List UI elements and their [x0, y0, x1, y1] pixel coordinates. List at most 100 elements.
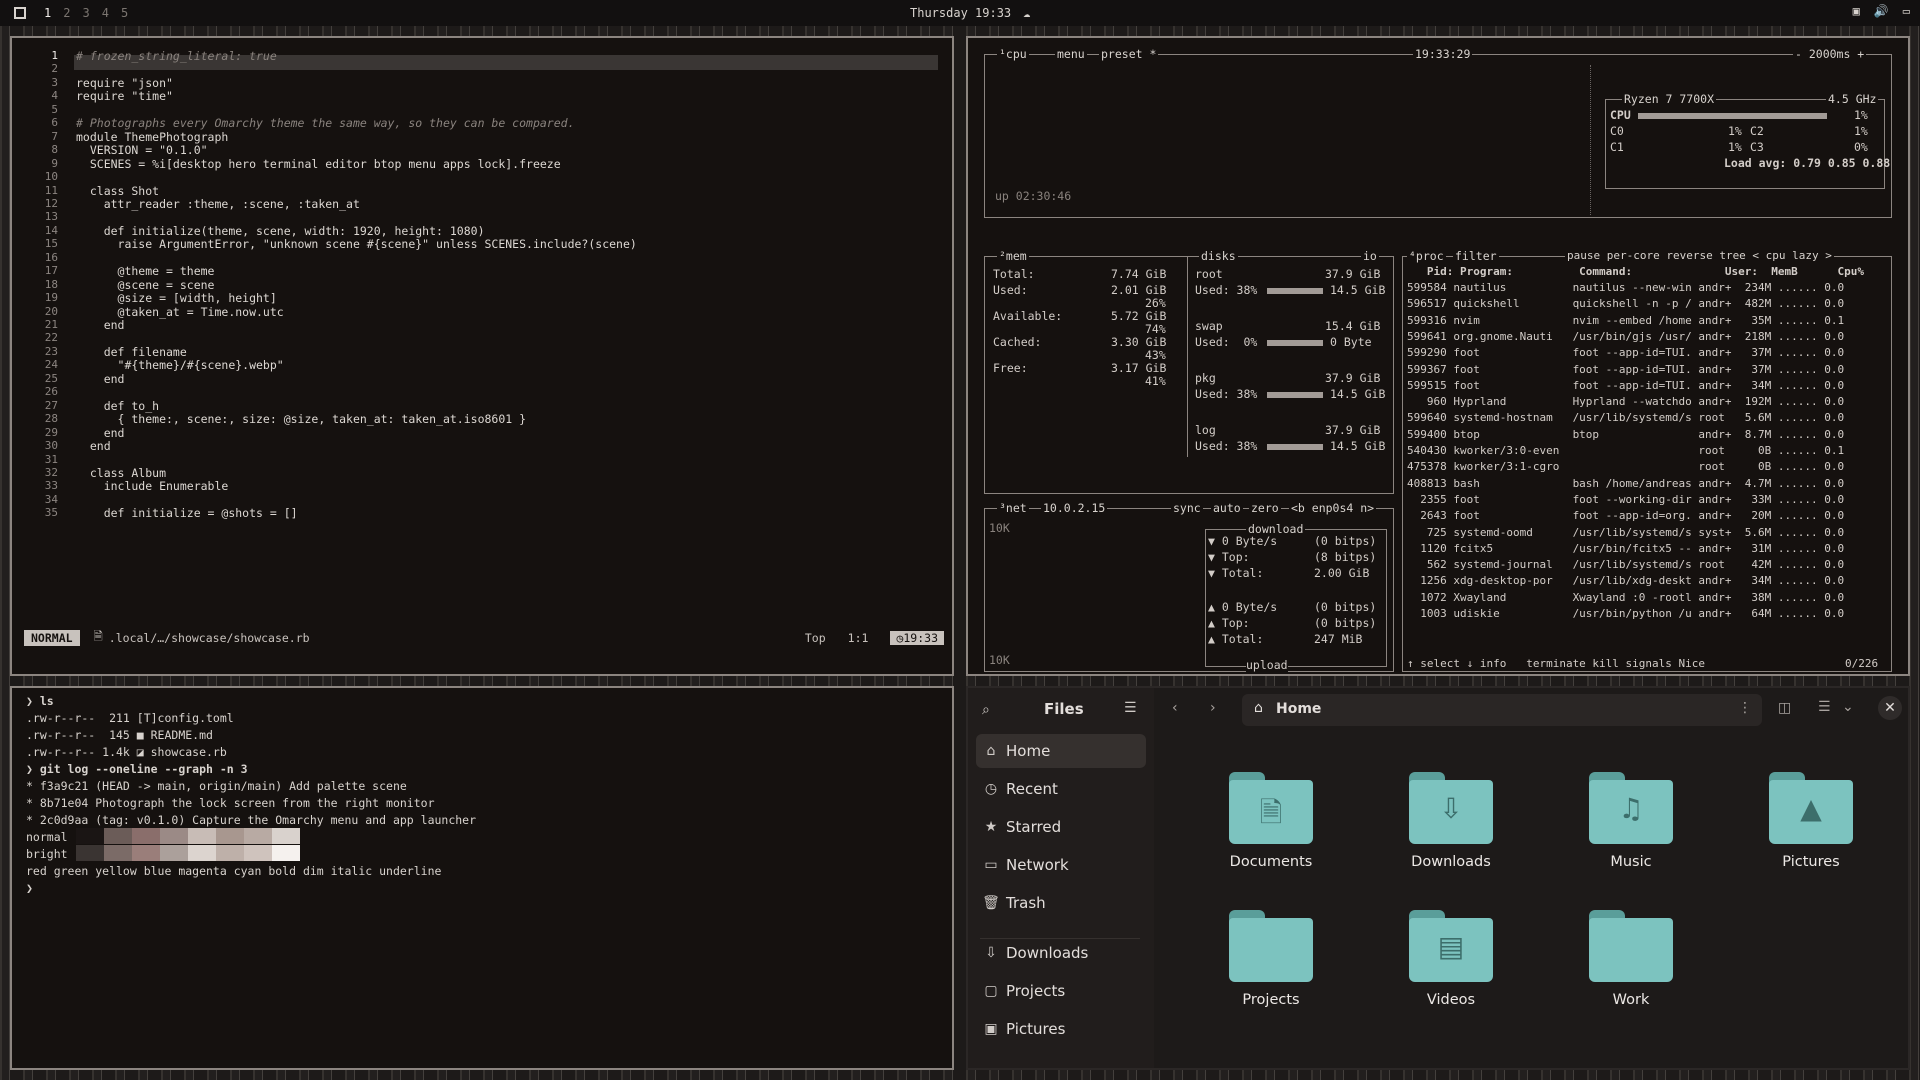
launcher-icon[interactable] [14, 7, 26, 19]
sync-toggle[interactable]: sync [1171, 501, 1203, 515]
code-line[interactable]: def initialize(theme, scene, width: 1920… [76, 224, 485, 238]
mem-value: 3.17 GiB [1111, 361, 1167, 375]
preset-button[interactable]: preset * [1099, 47, 1159, 61]
folder-item[interactable]: ♫ Music [1556, 772, 1706, 870]
process-row[interactable]: 1072 Xwayland Xwayland :0 -rootl andr+ 3… [1407, 591, 1844, 604]
code-line[interactable]: include Enumerable [76, 479, 229, 493]
code-line[interactable]: require "json" [76, 76, 173, 90]
code-line[interactable]: end [76, 318, 125, 332]
editor-window[interactable]: 1 # frozen_string_literal: true 2 3 require … [10, 36, 954, 676]
folder-item[interactable]: Projects [1196, 910, 1346, 1008]
code-line[interactable]: def initialize = @shots = [] [76, 506, 298, 520]
cloud-icon[interactable]: ☁ [1023, 6, 1030, 20]
process-row[interactable]: 960 Hyprland Hyprland --watchdo andr+ 19… [1407, 395, 1844, 408]
sidebar-item-network[interactable]: ▭ Network [976, 848, 1146, 882]
filter-button[interactable]: filter [1453, 249, 1499, 263]
code-line[interactable]: @taken_at = Time.now.utc [76, 305, 284, 319]
process-row[interactable]: 599515 foot foot --app-id=TUI. andr+ 34M… [1407, 379, 1844, 392]
camera-icon[interactable]: ◫ [1778, 700, 1791, 716]
code-line[interactable]: require "time" [76, 89, 173, 103]
back-icon[interactable]: ‹ [1172, 700, 1178, 716]
folder-item[interactable]: ▲ Pictures [1736, 772, 1886, 870]
mem-key: Used: [993, 283, 1028, 297]
workspace-2[interactable]: 2 [57, 6, 76, 20]
clock[interactable]: Thursday 19:33 [910, 6, 1011, 20]
volume-icon[interactable]: 🔊 [1874, 4, 1889, 18]
process-row[interactable]: 599367 foot foot --app-id=TUI. andr+ 37M… [1407, 363, 1844, 376]
sidebar-item-projects[interactable]: ▢ Projects [976, 974, 1146, 1008]
process-row[interactable]: 475378 kworker/3:1-cgro root 0B ...... 0… [1407, 460, 1844, 473]
process-row[interactable]: 599316 nvim nvim --embed /home andr+ 35M… [1407, 314, 1844, 327]
auto-toggle[interactable]: auto [1211, 501, 1243, 515]
folder-item[interactable]: 🗎 Documents [1196, 772, 1346, 870]
process-row[interactable]: 599584 nautilus nautilus --new-win andr+… [1407, 281, 1844, 294]
process-row[interactable]: 599290 foot foot --app-id=TUI. andr+ 37M… [1407, 346, 1844, 359]
code-line[interactable]: "#{theme}/#{scene}.webp" [76, 358, 284, 372]
process-row[interactable]: 1003 udiskie /usr/bin/python /u andr+ 64… [1407, 607, 1844, 620]
screen-icon[interactable]: ▣ [1853, 4, 1860, 18]
btop-window[interactable]: ¹cpu menu preset * 19:33:29 - 2000ms + u… [966, 36, 1910, 676]
folder-item[interactable]: Work [1556, 910, 1706, 1008]
code-line[interactable]: SCENES = %i[desktop hero terminal editor… [76, 157, 561, 171]
code-line[interactable]: raise ArgumentError, "unknown scene #{sc… [76, 237, 637, 251]
process-row[interactable]: 599641 org.gnome.Nauti /usr/bin/gjs /usr… [1407, 330, 1844, 343]
process-row[interactable]: 599400 btop btop andr+ 8.7M ...... 0.0 [1407, 428, 1844, 441]
process-row[interactable]: 540430 kworker/3:0-even root 0B ...... 0… [1407, 444, 1844, 457]
process-row[interactable]: 562 systemd-journal /usr/lib/systemd/s r… [1407, 558, 1844, 571]
location-menu-icon[interactable]: ⋮ [1738, 700, 1752, 716]
chevron-down-icon[interactable]: ⌄ [1842, 699, 1854, 715]
workspace-4[interactable]: 4 [96, 6, 115, 20]
forward-icon[interactable]: › [1210, 700, 1216, 716]
code-line[interactable]: VERSION = "0.1.0" [76, 143, 208, 157]
terminal-window[interactable]: ❯ ls .rw-r--r-- 211 [T]config.toml .rw-r--… [10, 686, 954, 1070]
sidebar-item-starred[interactable]: ★ Starred [976, 810, 1146, 844]
code-line[interactable]: end [76, 372, 125, 386]
workspace-1[interactable]: 1 [38, 6, 57, 20]
view-list-icon[interactable]: ☰ [1818, 699, 1831, 715]
code-line[interactable]: module ThemePhotograph [76, 130, 228, 144]
sidebar-item-recent[interactable]: ◷ Recent [976, 772, 1146, 806]
code-line[interactable]: @scene = scene [76, 278, 215, 292]
files-window[interactable]: ⌕ Files ☰ ⌂ Home ◷ Recent ★ Starred ▭ Network 🗑 T… [966, 686, 1910, 1070]
zero-toggle[interactable]: zero [1249, 501, 1281, 515]
process-row[interactable]: 725 systemd-oomd /usr/lib/systemd/s syst… [1407, 526, 1844, 539]
folder-item[interactable]: ⇩ Downloads [1376, 772, 1526, 870]
display-icon[interactable]: ▭ [1903, 4, 1910, 18]
proc-footer[interactable]: ↑ select ↓ info terminate kill signals N… [1407, 657, 1706, 670]
sidebar-item-downloads[interactable]: ⇩ Downloads [976, 936, 1146, 970]
code-line[interactable]: class Album [76, 466, 166, 480]
location-bar[interactable]: ⌂ Home ⋮ [1242, 694, 1762, 726]
code-line[interactable]: end [76, 439, 111, 453]
sidebar-item-pictures[interactable]: ▣ Pictures [976, 1012, 1146, 1046]
sidebar-item-trash[interactable]: 🗑 Trash [976, 886, 1146, 920]
interval-control[interactable]: - 2000ms + [1793, 47, 1867, 61]
process-row[interactable]: 1256 xdg-desktop-por /usr/lib/xdg-deskt … [1407, 574, 1844, 587]
code-line[interactable]: end [76, 426, 125, 440]
line-number: 19 [44, 291, 58, 305]
process-row[interactable]: 596517 quickshell quickshell -n -p / and… [1407, 297, 1844, 310]
code-line[interactable]: @theme = theme [76, 264, 215, 278]
code-line[interactable]: # Photographs every Omarchy theme the sa… [76, 116, 575, 130]
code-line[interactable]: attr_reader :theme, :scene, :taken_at [76, 197, 360, 211]
menu-button[interactable]: menu [1055, 47, 1087, 61]
process-row[interactable]: 408813 bash bash /home/andreas andr+ 4.7… [1407, 477, 1844, 490]
code-line[interactable]: def to_h [76, 399, 159, 413]
workspace-5[interactable]: 5 [115, 6, 134, 20]
hamburger-menu-icon[interactable]: ☰ [1124, 700, 1137, 716]
folder-item[interactable]: ▤ Videos [1376, 910, 1526, 1008]
code-line[interactable]: def filename [76, 345, 187, 359]
sidebar-item-home[interactable]: ⌂ Home [976, 734, 1146, 768]
process-row[interactable]: 1120 fcitx5 /usr/bin/fcitx5 -- andr+ 31M… [1407, 542, 1844, 555]
close-icon[interactable]: ✕ [1878, 696, 1902, 720]
code-line[interactable]: # frozen_string_literal: true [76, 49, 277, 63]
search-icon[interactable]: ⌕ [982, 702, 990, 718]
interface-selector[interactable]: <b enp0s4 n> [1289, 501, 1377, 515]
code-line[interactable]: { theme:, scene:, size: @size, taken_at:… [76, 412, 527, 426]
process-row[interactable]: 2355 foot foot --working-dir andr+ 33M .… [1407, 493, 1844, 506]
process-row[interactable]: 2643 foot foot --app-id=org. andr+ 20M .… [1407, 509, 1844, 522]
process-row[interactable]: 599640 systemd-hostnam /usr/lib/systemd/… [1407, 411, 1844, 424]
workspace-3[interactable]: 3 [76, 6, 95, 20]
code-line[interactable]: class Shot [76, 184, 159, 198]
proc-options[interactable]: pause per-core reverse tree < cpu lazy > [1565, 249, 1834, 262]
code-line[interactable]: @size = [width, height] [76, 291, 277, 305]
